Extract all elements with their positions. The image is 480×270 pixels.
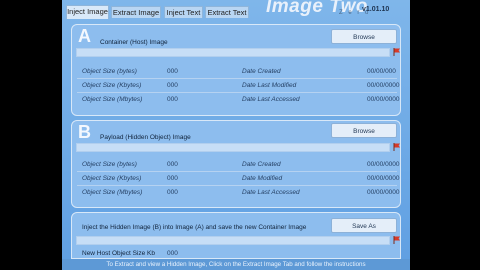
panel-letter-b: B (78, 122, 91, 142)
payload-size-bytes-value: 000 (167, 161, 178, 168)
red-flag-icon (393, 143, 400, 151)
payload-heading: Payload (Hidden Object) Image (100, 134, 191, 141)
payload-size-mbytes-value: 000 (167, 189, 178, 196)
container-size-bytes-label: Object Size (bytes) (82, 68, 137, 75)
container-heading: Container (Host) Image (100, 39, 168, 46)
payload-date-accessed-label: Date Last Accessed (242, 189, 300, 196)
tab-inject-image[interactable]: Inject Image (66, 5, 109, 19)
save-path-field[interactable] (76, 236, 390, 245)
payload-size-bytes-label: Object Size (bytes) (82, 161, 137, 168)
payload-size-kbytes-label: Object Size (Kbytes) (82, 175, 142, 182)
container-date-modified-value: 00/00/0000 (367, 82, 400, 89)
payload-date-created-value: 00/00/0000 (367, 161, 400, 168)
container-date-created-value: 00/00/000 (367, 68, 396, 75)
payload-browse-button[interactable]: Browse (331, 123, 397, 138)
payload-date-accessed-value: 00/00/0000 (367, 189, 400, 196)
new-size-value: 000 (167, 250, 178, 257)
version-label: v1.01.10 (362, 6, 390, 13)
row-divider (77, 185, 397, 186)
payload-image-panel: B Payload (Hidden Object) Image Browse O… (71, 120, 401, 208)
payload-date-created-label: Date Created (242, 161, 281, 168)
red-flag-icon (393, 48, 400, 56)
payload-date-modified-label: Date Modified (242, 175, 283, 182)
save-as-button[interactable]: Save As (331, 218, 397, 233)
container-size-mbytes-label: Object Size (Mbytes) (82, 96, 143, 103)
tab-inject-text[interactable]: Inject Text (164, 6, 203, 18)
container-date-created-label: Date Created (242, 68, 281, 75)
payload-size-mbytes-label: Object Size (Mbytes) (82, 189, 143, 196)
row-divider (77, 78, 397, 79)
payload-date-modified-value: 00/00/0000 (367, 175, 400, 182)
red-flag-icon (393, 236, 400, 244)
save-instruction: Inject the Hidden Image (B) into Image (… (82, 224, 307, 231)
panel-letter-a: A (78, 26, 91, 46)
container-image-panel: A Container (Host) Image Browse Object S… (71, 24, 401, 116)
container-path-field[interactable] (76, 48, 390, 57)
new-size-label: New Host Object Size Kb (82, 250, 155, 257)
row-divider (77, 171, 397, 172)
tab-extract-image[interactable]: Extract Image (111, 6, 161, 18)
container-date-accessed-value: 00/00/0000 (367, 96, 400, 103)
payload-path-field[interactable] (76, 143, 390, 152)
container-size-mbytes-value: 000 (167, 96, 178, 103)
save-panel: Inject the Hidden Image (B) into Image (… (71, 212, 401, 259)
payload-size-kbytes-value: 000 (167, 175, 178, 182)
app-window: Inject Image Extract Image Inject Text E… (62, 0, 410, 270)
row-divider (77, 92, 397, 93)
container-size-kbytes-value: 000 (167, 82, 178, 89)
container-browse-button[interactable]: Browse (331, 29, 397, 44)
container-date-accessed-label: Date Last Accessed (242, 96, 300, 103)
tab-extract-text[interactable]: Extract Text (205, 6, 249, 18)
container-size-kbytes-label: Object Size (Kbytes) (82, 82, 142, 89)
footer-hint: To Extract and view a Hidden Image, Clic… (62, 259, 410, 270)
container-date-modified-label: Date Last Modified (242, 82, 297, 89)
container-size-bytes-value: 000 (167, 68, 178, 75)
